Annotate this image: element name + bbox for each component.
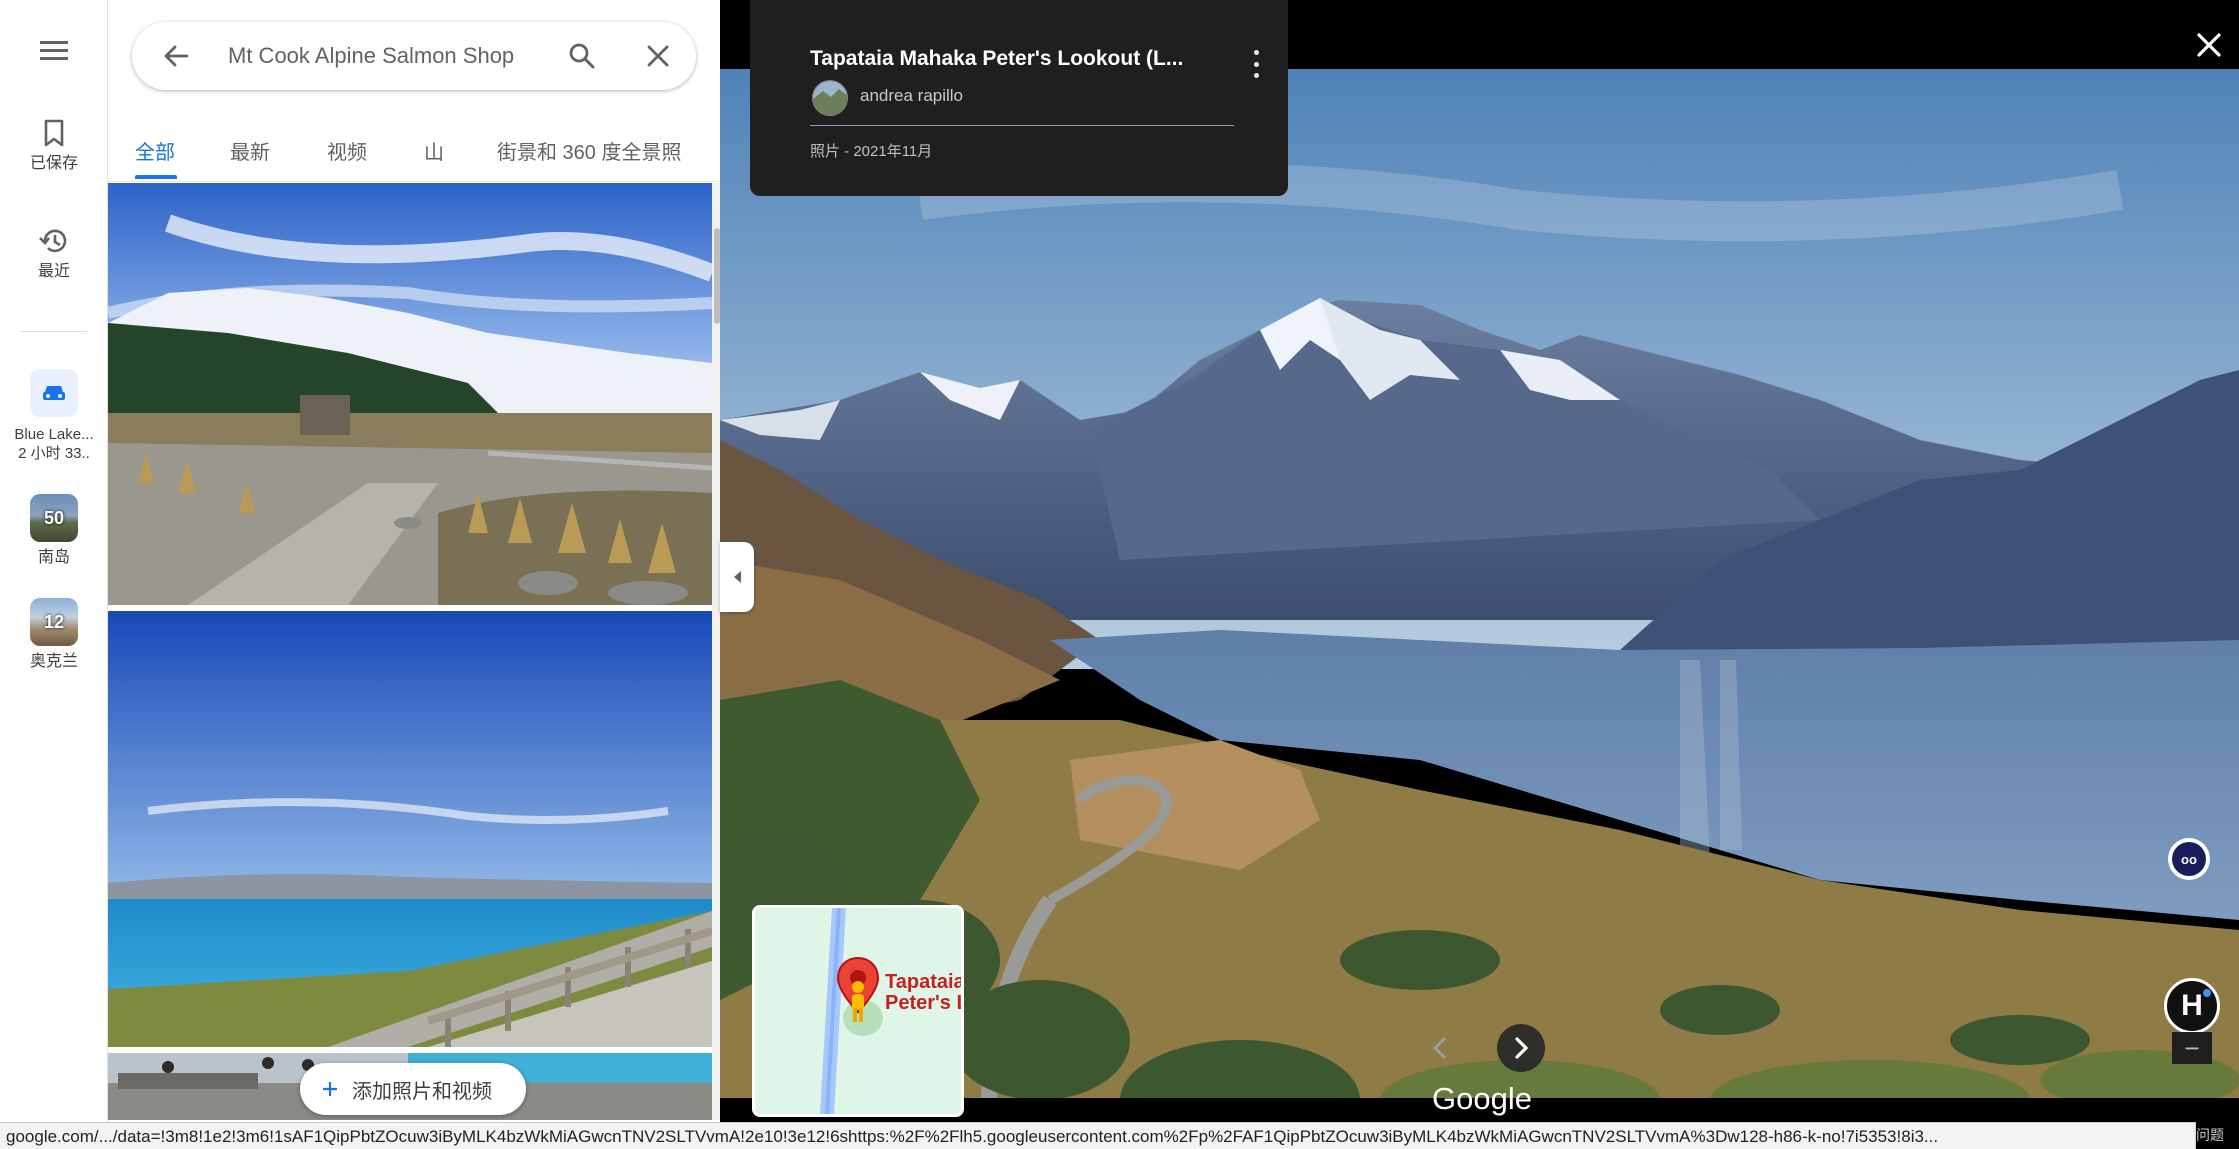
search-box[interactable]: Mt Cook Alpine Salmon Shop xyxy=(132,22,696,90)
pegman-icon xyxy=(852,981,864,1022)
photo-image xyxy=(108,183,712,605)
photo-image xyxy=(108,611,712,1047)
zoom-out-button[interactable]: − xyxy=(2172,1032,2212,1064)
arrow-back-icon xyxy=(164,45,189,67)
clear-search-button[interactable] xyxy=(638,36,678,76)
photo-list-scrollbar[interactable] xyxy=(712,183,720,1120)
collapse-panel-button[interactable] xyxy=(720,542,754,612)
more-options-button[interactable] xyxy=(1250,50,1262,78)
photo-grid xyxy=(108,183,712,1120)
tab-street-view[interactable]: 街景和 360 度全景照 xyxy=(497,136,681,165)
status-tail-text: 问题 xyxy=(2196,1127,2224,1143)
menu-button[interactable] xyxy=(0,38,108,62)
place-title[interactable]: Tapataia Mahaka Peter's Lookout (L... xyxy=(810,47,1183,71)
next-photo-button[interactable] xyxy=(1497,1024,1545,1072)
mini-map[interactable]: Tapataia Peter's L xyxy=(752,905,964,1117)
dot xyxy=(1253,61,1259,67)
list-label: 南岛 xyxy=(37,549,70,566)
trip-label-2: 2 小时 33.. xyxy=(18,445,90,462)
photo-category-tabs: 全部 最新 视频 山 街景和 360 度全景照 xyxy=(108,120,720,182)
photos-panel: Mt Cook Alpine Salmon Shop 全部 最新 视频 山 街景… xyxy=(108,0,720,1149)
photo-info-card: Tapataia Mahaka Peter's Lookout (L... an… xyxy=(750,0,1288,196)
notification-dot xyxy=(2203,989,2211,997)
plus-icon xyxy=(323,1082,337,1096)
tab-mountain[interactable]: 山 xyxy=(424,136,444,165)
dot xyxy=(1253,73,1259,78)
recent-label: 最近 xyxy=(37,263,70,280)
mini-map-label-line1: Tapataia xyxy=(885,971,964,993)
chevron-left-icon xyxy=(1432,1037,1446,1059)
tab-all[interactable]: 全部 xyxy=(135,136,175,165)
chevron-right-icon xyxy=(1515,1037,1529,1059)
saved-button[interactable]: 已保存 xyxy=(0,118,108,173)
list-count: 50 xyxy=(43,507,65,528)
recent-button[interactable]: 最近 xyxy=(0,226,108,281)
list-south-island[interactable]: 50 南岛 xyxy=(0,494,108,567)
back-button[interactable] xyxy=(156,36,196,76)
car-icon xyxy=(43,386,65,400)
close-icon xyxy=(2197,33,2221,57)
rail-divider xyxy=(21,331,87,332)
tab-latest[interactable]: 最新 xyxy=(230,136,270,165)
hover-extension-button[interactable]: H xyxy=(2164,978,2220,1034)
tab-videos[interactable]: 视频 xyxy=(327,136,367,165)
previous-photo-button[interactable] xyxy=(1420,1028,1460,1068)
list-auckland[interactable]: 12 奥克兰 xyxy=(0,598,108,671)
link-preview-url: google.com/.../data=!3m8!1e2!3m6!1sAF1Qi… xyxy=(0,1122,2196,1149)
saved-label: 已保存 xyxy=(29,155,78,172)
extension-button[interactable]: oo xyxy=(2168,838,2210,880)
extension-badge-icon: oo xyxy=(2172,842,2206,876)
list-thumbnail: 12 xyxy=(30,598,78,646)
avatar-image xyxy=(813,81,847,115)
mini-map-place-label: Tapataia Peter's L xyxy=(885,971,964,1014)
divider xyxy=(810,125,1234,126)
h-logo-icon: H xyxy=(2181,989,2203,1022)
active-tab-indicator xyxy=(135,175,177,179)
trip-thumb xyxy=(30,369,78,417)
add-photos-label: 添加照片和视频 xyxy=(352,1080,492,1103)
photo-date: 照片 - 2021年11月 xyxy=(810,143,933,160)
search-icon xyxy=(569,43,595,69)
dot xyxy=(1253,50,1259,55)
list-thumbnail: 50 xyxy=(30,494,78,542)
recent-trip-button[interactable]: Blue Lake... 2 小时 33.. xyxy=(0,369,108,463)
photo-thumbnail[interactable] xyxy=(108,183,712,605)
bookmark-icon xyxy=(44,119,64,147)
list-label: 奥克兰 xyxy=(29,653,78,670)
trip-label-1: Blue Lake... xyxy=(14,426,94,443)
menu-icon xyxy=(40,41,68,60)
google-logo: Google xyxy=(1432,1081,1532,1116)
history-icon xyxy=(39,229,67,253)
close-icon xyxy=(647,45,669,67)
caret-left-icon xyxy=(734,571,741,583)
photo-viewer[interactable]: Tapataia Mahaka Peter's Lookout (L... an… xyxy=(720,0,2239,1149)
mini-map-label-line2: Peter's L xyxy=(885,992,964,1014)
add-photos-button[interactable]: 添加照片和视频 xyxy=(300,1063,526,1115)
list-count: 12 xyxy=(43,611,65,632)
search-button[interactable] xyxy=(562,36,602,76)
close-viewer-button[interactable] xyxy=(2186,22,2232,68)
photo-thumbnail[interactable] xyxy=(108,611,712,1047)
search-input[interactable]: Mt Cook Alpine Salmon Shop xyxy=(228,43,514,69)
left-rail: 已保存 最近 Blue Lake... 2 小时 33.. 50 南岛 12 奥… xyxy=(0,0,108,1149)
author-avatar[interactable] xyxy=(812,80,848,116)
author-name[interactable]: andrea rapillo xyxy=(860,86,963,106)
